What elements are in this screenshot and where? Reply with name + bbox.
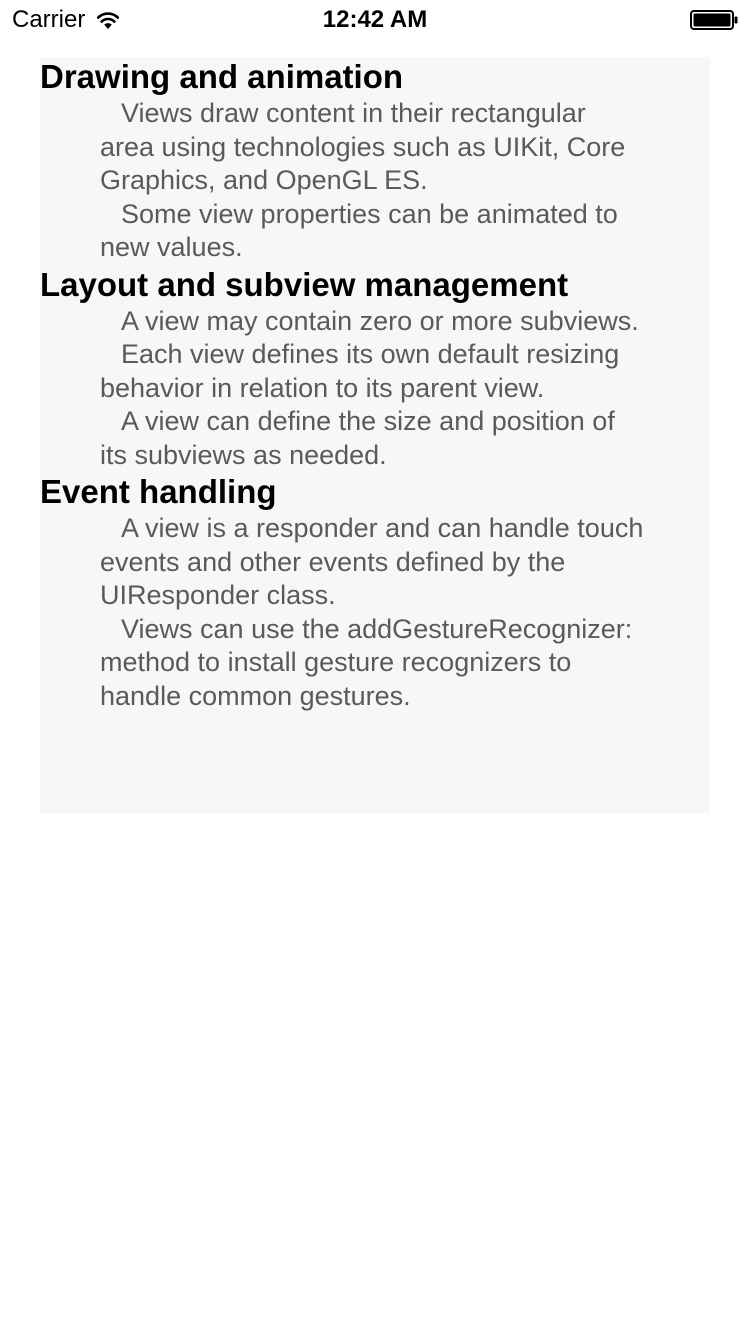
section-title: Drawing and animation: [40, 58, 404, 95]
status-time: 12:42 AM: [322, 6, 428, 33]
section-paragraph: Views can use the addGestureRecognizer: …: [100, 613, 633, 711]
section-paragraph: A view may contain zero or more subviews…: [121, 305, 639, 336]
section-drawing-animation: Drawing and animation Views draw content…: [40, 57, 710, 265]
section-paragraph: Each view defines its own default resizi…: [100, 339, 620, 403]
content-panel: Drawing and animation Views draw content…: [40, 57, 710, 813]
section-paragraph: Views draw content in their rectangular …: [100, 98, 626, 195]
status-bar: Carrier 12:42 AM: [0, 0, 750, 40]
section-paragraph: A view can define the size and position …: [100, 406, 615, 470]
battery-icon: [690, 10, 738, 30]
section-event-handling: Event handling A view is a responder and…: [40, 472, 710, 713]
section-paragraph: A view is a responder and can handle tou…: [100, 513, 644, 610]
section-paragraph: Some view properties can be animated to …: [100, 198, 618, 263]
section-title: Layout and subview management: [40, 265, 569, 303]
section-title: Event handling: [40, 473, 277, 510]
section-layout-subview: Layout and subview management A view may…: [40, 265, 710, 473]
